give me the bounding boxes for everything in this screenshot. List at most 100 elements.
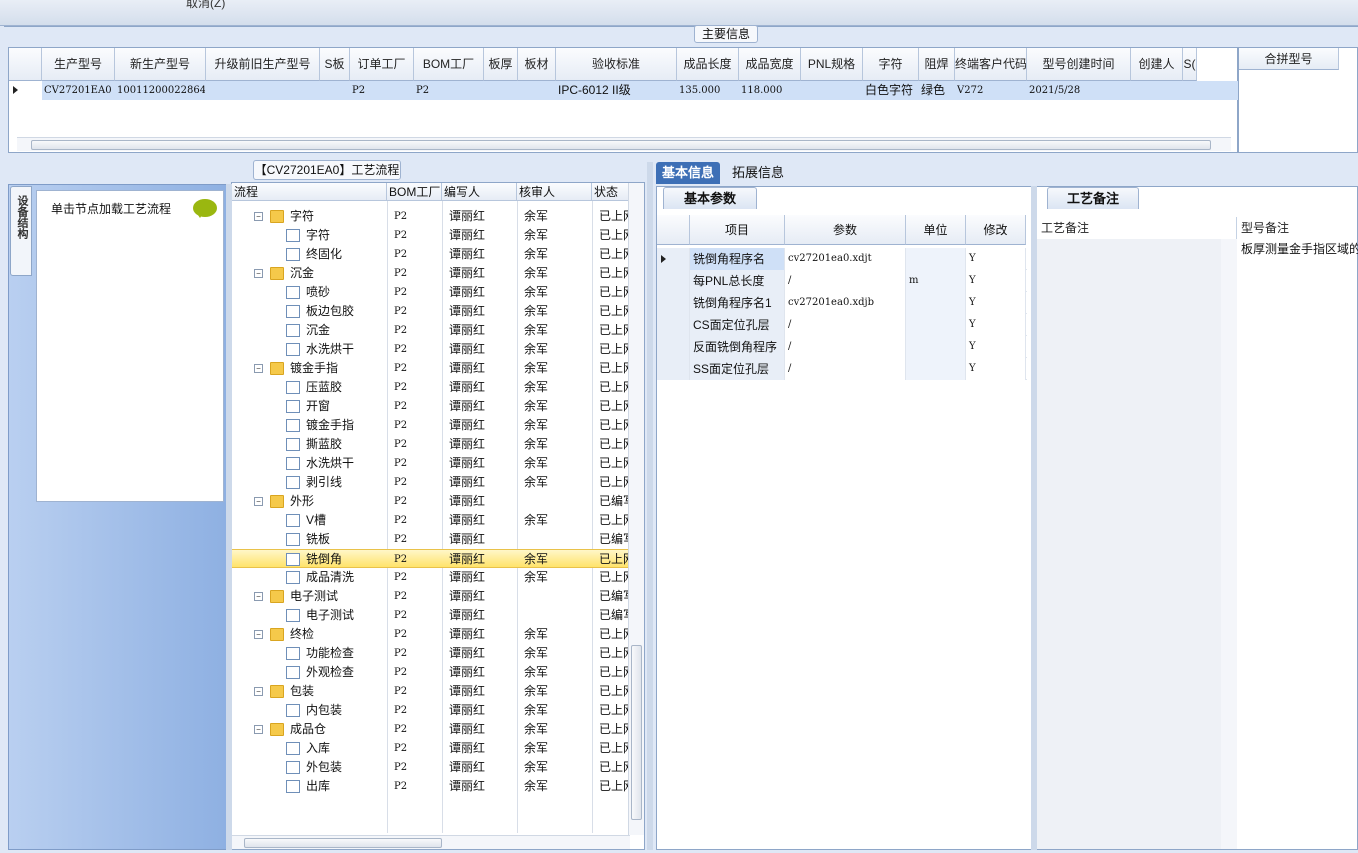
main-col-header[interactable]: 生产型号 (42, 48, 115, 81)
tree-row[interactable]: 电子测试 P2 谭丽红 已编写 (232, 606, 631, 625)
main-col-header[interactable]: 升级前旧生产型号 (206, 48, 320, 81)
main-grid-hscrollbar[interactable] (17, 137, 1231, 151)
param-edit[interactable]: Y (966, 248, 1026, 270)
tree-row[interactable]: 字符 P2 谭丽红 余军 已上网 (232, 226, 631, 245)
main-col-header[interactable]: BOM工厂 (414, 48, 484, 81)
param-unit[interactable] (906, 248, 966, 270)
param-unit[interactable] (906, 336, 966, 358)
param-row[interactable]: CS面定位孔层 / Y (657, 314, 1027, 336)
tree-row[interactable]: − 镀金手指 P2 谭丽红 余军 已上网 (232, 359, 631, 378)
collapse-toggle-icon[interactable]: − (254, 725, 263, 734)
tree-row[interactable]: 外观检查 P2 谭丽红 余军 已上网 (232, 663, 631, 682)
param-unit[interactable] (906, 358, 966, 380)
row-selector[interactable] (657, 292, 690, 314)
table-cell[interactable]: 10011200022864 (117, 81, 205, 100)
tree-row[interactable]: V槽 P2 谭丽红 余军 已上网 (232, 511, 631, 530)
tree-row[interactable]: 剥引线 P2 谭丽红 余军 已上网 (232, 473, 631, 492)
main-col-header[interactable]: S( (1183, 48, 1197, 81)
main-col-header[interactable]: 创建人 (1131, 48, 1183, 81)
main-col-header[interactable]: 阻焊 (919, 48, 955, 81)
main-col-header[interactable]: 成品宽度 (739, 48, 801, 81)
table-cell[interactable]: IPC-6012 II级 (558, 81, 676, 100)
table-cell[interactable]: 118.000 (741, 81, 800, 100)
param-unit[interactable] (906, 292, 966, 314)
tab-basic-info[interactable]: 基本信息 (656, 162, 721, 184)
row-selector[interactable] (657, 314, 690, 336)
table-cell[interactable]: P2 (416, 81, 483, 100)
collapse-toggle-icon[interactable]: − (254, 269, 263, 278)
table-cell[interactable]: P2 (352, 81, 413, 100)
table-cell[interactable]: 绿色 (921, 81, 954, 100)
chat-bubble-icon[interactable] (193, 199, 217, 218)
collapse-toggle-icon[interactable]: − (254, 364, 263, 373)
param-col-header[interactable]: 单位 (906, 215, 966, 245)
tree-row[interactable]: 水洗烘干 P2 谭丽红 余军 已上网 (232, 340, 631, 359)
main-col-header[interactable]: 板厚 (484, 48, 518, 81)
tree-row[interactable]: 铣倒角 P2 谭丽红 余军 已上网 (232, 549, 631, 568)
table-cell[interactable] (486, 81, 517, 100)
param-col-header[interactable]: 修改 (966, 215, 1026, 245)
main-col-header[interactable]: S板 (320, 48, 350, 81)
main-col-header[interactable]: 订单工厂 (350, 48, 414, 81)
param-row[interactable]: SS面定位孔层 / Y (657, 358, 1027, 380)
main-col-header[interactable]: 终端客户代码 (955, 48, 1027, 81)
table-cell[interactable] (520, 81, 555, 100)
right-splitter[interactable] (1031, 186, 1037, 850)
param-row[interactable]: 铣倒角程序名1 cv27201ea0.xdjb Y (657, 292, 1027, 314)
param-col-header[interactable]: 项目 (690, 215, 785, 245)
tree-hscrollbar[interactable] (232, 835, 630, 849)
param-param[interactable]: cv27201ea0.xdjb (785, 292, 906, 314)
model-remark-text[interactable]: 板厚测量金手指区域的 (1241, 240, 1358, 257)
remark-vscrollbar[interactable] (1221, 239, 1237, 849)
collapse-toggle-icon[interactable]: − (254, 592, 263, 601)
tree-row[interactable]: 出库 P2 谭丽红 余军 已上网 (232, 777, 631, 796)
collapse-toggle-icon[interactable]: − (254, 687, 263, 696)
tree-row[interactable]: − 电子测试 P2 谭丽红 已编写 (232, 587, 631, 606)
tree-row[interactable]: 板边包胶 P2 谭丽红 余军 已上网 (232, 302, 631, 321)
param-col-header[interactable]: 参数 (785, 215, 906, 245)
tree-vscroll-thumb[interactable] (631, 645, 642, 820)
middle-splitter[interactable] (647, 162, 653, 850)
param-edit[interactable]: Y (966, 270, 1026, 292)
table-cell[interactable] (208, 81, 319, 100)
tab-extended-info[interactable]: 拓展信息 (726, 162, 790, 184)
main-col-header[interactable]: 验收标准 (556, 48, 677, 81)
tree-row[interactable]: 入库 P2 谭丽红 余军 已上网 (232, 739, 631, 758)
main-grid-hscroll-thumb[interactable] (31, 140, 1211, 150)
param-unit[interactable]: m (906, 270, 966, 292)
tree-row[interactable]: − 成品仓 P2 谭丽红 余军 已上网 (232, 720, 631, 739)
param-edit[interactable]: Y (966, 314, 1026, 336)
tree-row[interactable]: − 终检 P2 谭丽红 余军 已上网 (232, 625, 631, 644)
table-cell[interactable]: 2021/5/28 (1029, 81, 1130, 100)
param-edit[interactable]: Y (966, 292, 1026, 314)
param-row[interactable]: 反面铣倒角程序 / Y (657, 336, 1027, 358)
tree-row[interactable]: − 字符 P2 谭丽红 余军 已上网 (232, 207, 631, 226)
tree-row[interactable]: 终固化 P2 谭丽红 余军 已上网 (232, 245, 631, 264)
param-unit[interactable] (906, 314, 966, 336)
collapse-toggle-icon[interactable]: − (254, 212, 263, 221)
tree-row[interactable]: 水洗烘干 P2 谭丽红 余军 已上网 (232, 454, 631, 473)
collapse-toggle-icon[interactable]: − (254, 630, 263, 639)
tree-row[interactable]: 铣板 P2 谭丽红 已编写 (232, 530, 631, 549)
param-param[interactable]: / (785, 336, 906, 358)
tree-col-header[interactable]: BOM工厂 (387, 183, 442, 201)
tree-col-header[interactable]: 状态 (592, 183, 632, 201)
param-param[interactable]: / (785, 358, 906, 380)
main-col-header[interactable]: 板材 (518, 48, 556, 81)
tree-row[interactable]: 内包装 P2 谭丽红 余军 已上网 (232, 701, 631, 720)
table-cell[interactable] (1133, 81, 1182, 100)
table-cell[interactable]: 白色字符 (865, 81, 918, 100)
tree-vscrollbar[interactable] (628, 183, 644, 835)
tree-row[interactable]: 撕蓝胶 P2 谭丽红 余军 已上网 (232, 435, 631, 454)
row-selector[interactable] (657, 270, 690, 292)
main-col-header[interactable]: PNL规格 (801, 48, 863, 81)
tree-row[interactable]: 开窗 P2 谭丽红 余军 已上网 (232, 397, 631, 416)
tree-row[interactable]: − 沉金 P2 谭丽红 余军 已上网 (232, 264, 631, 283)
param-param[interactable]: / (785, 270, 906, 292)
tree-row[interactable]: − 外形 P2 谭丽红 已编写 (232, 492, 631, 511)
left-splitter[interactable] (226, 184, 232, 850)
param-row[interactable]: 铣倒角程序名 cv27201ea0.xdjt Y (657, 248, 1027, 270)
table-cell[interactable]: 135.000 (679, 81, 738, 100)
table-cell[interactable]: V272 (957, 81, 1026, 100)
cancel-button[interactable]: 取消(Z) (186, 0, 225, 11)
